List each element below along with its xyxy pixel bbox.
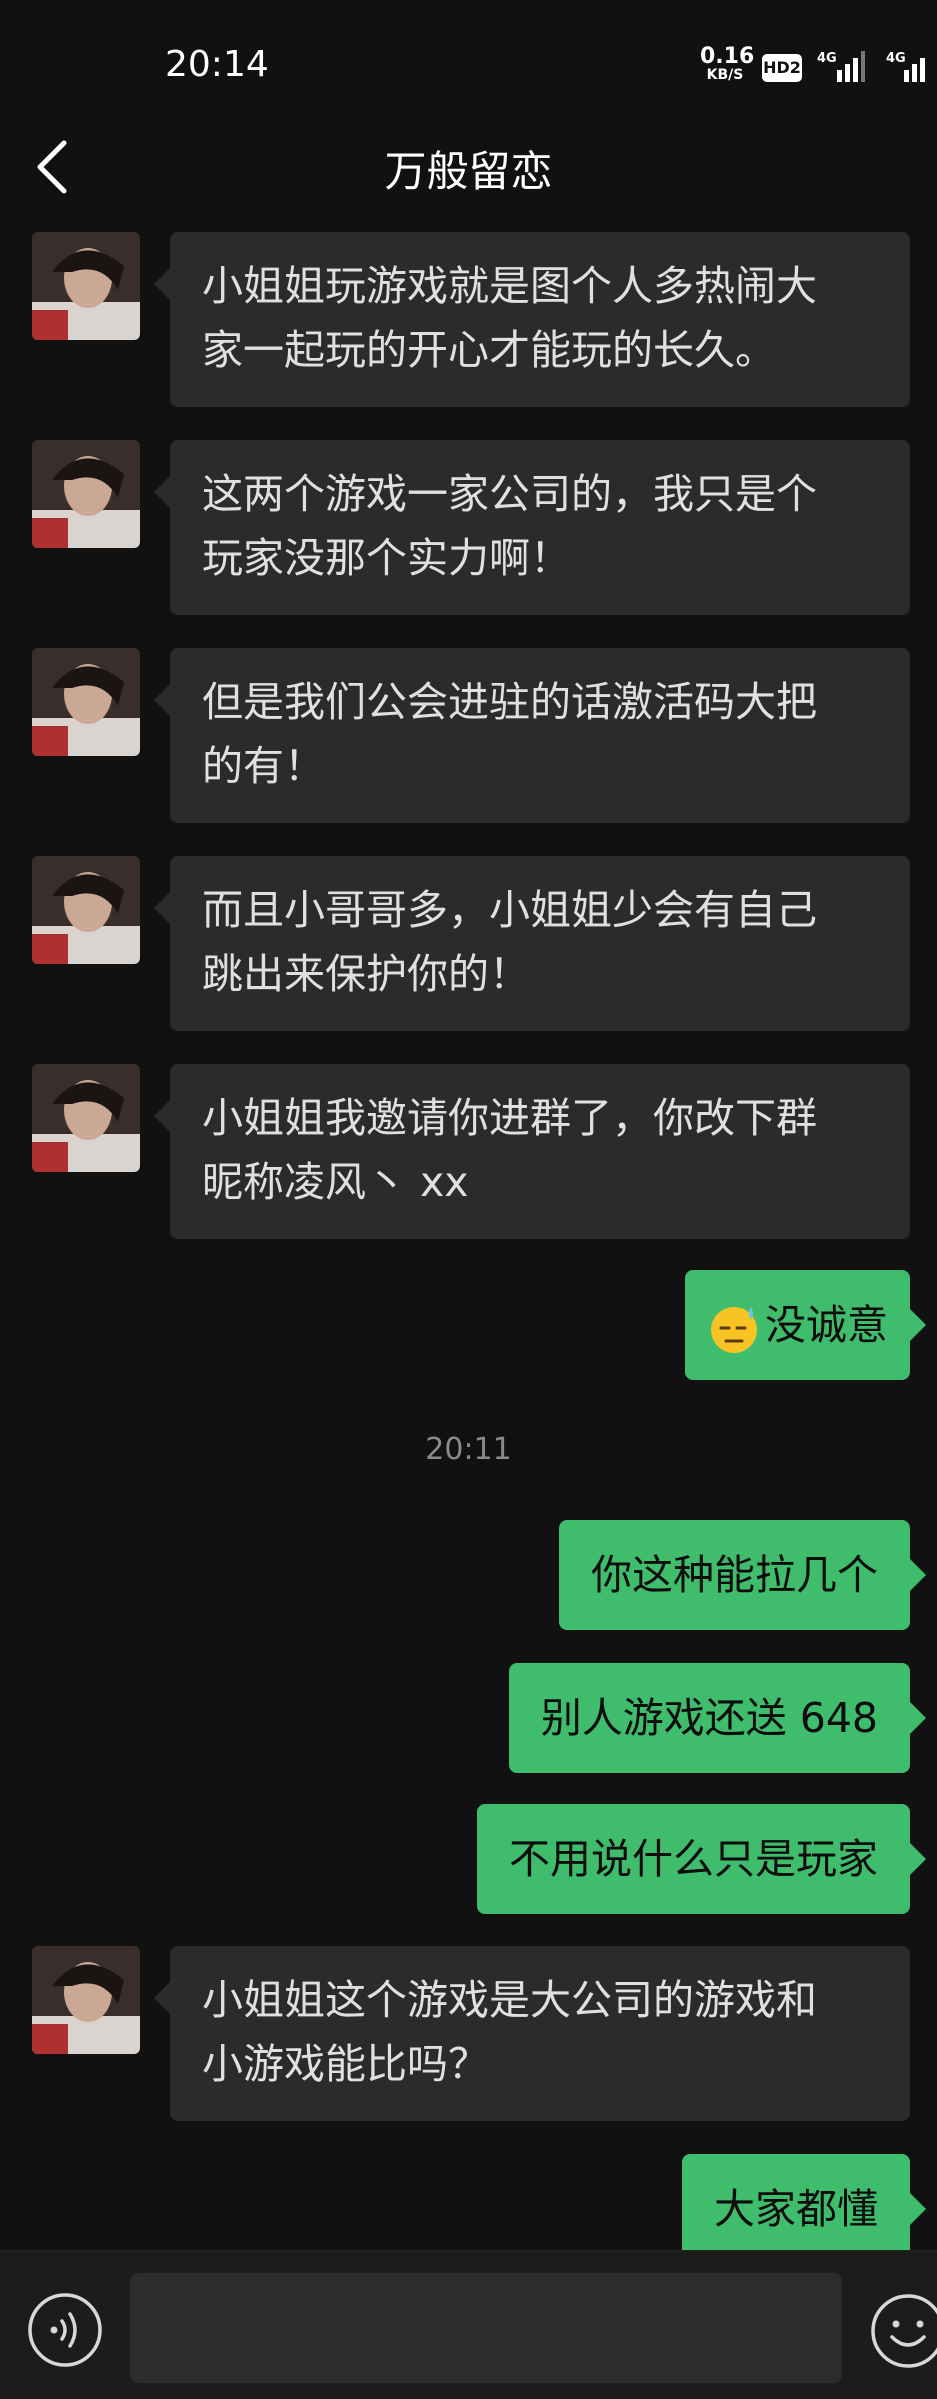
message-text: 你这种能拉几个	[591, 1551, 878, 1599]
message-text-line: 小姐姐玩游戏就是图个人多热闹大	[202, 262, 817, 310]
contact-avatar[interactable]	[32, 232, 140, 340]
contact-avatar[interactable]	[32, 440, 140, 548]
message-row: 别人游戏还送 648	[0, 1663, 937, 1773]
network-speed-unit: KB/S	[706, 67, 744, 83]
signal-icon-2: 4G	[886, 51, 925, 82]
message-text: 大家都懂	[714, 2185, 878, 2233]
message-text: 没诚意	[765, 1301, 888, 1349]
message-list[interactable]: 小姐姐玩游戏就是图个人多热闹大 家一起玩的开心才能玩的长久。 这两个游戏一家公司…	[0, 232, 937, 2250]
message-text-line: 家一起玩的开心才能玩的长久。	[202, 326, 776, 374]
message-text: 别人游戏还送 648	[540, 1694, 878, 1742]
message-text-line: 这两个游戏一家公司的，我只是个	[202, 470, 817, 518]
sweat-smile-emoji-icon	[711, 1307, 757, 1353]
incoming-message: 小姐姐玩游戏就是图个人多热闹大 家一起玩的开心才能玩的长久。	[154, 232, 910, 407]
outgoing-message: 没诚意	[685, 1270, 926, 1380]
network-speed: 0.16 KB/S	[700, 44, 755, 83]
incoming-message: 这两个游戏一家公司的，我只是个 玩家没那个实力啊！	[154, 440, 910, 615]
message-input[interactable]	[130, 2273, 842, 2383]
outgoing-message: 你这种能拉几个	[559, 1520, 926, 1630]
message-text-line: 而且小哥哥多，小姐姐少会有自己	[202, 886, 817, 934]
signal-icon: 4G	[817, 51, 865, 82]
message-timestamp: 20:11	[425, 1432, 512, 1467]
status-bar: 20:14 0.16 KB/S HD2 4G 4G	[0, 0, 937, 130]
status-time: 20:14	[165, 44, 269, 85]
message-row: 但是我们公会进驻的话激活码大把 的有！	[0, 648, 937, 823]
message-text-line: 玩家没那个实力啊！	[202, 534, 571, 582]
message-text-line: 昵称凌风丶 xx	[202, 1158, 469, 1206]
message-text-line: 跳出来保护你的！	[202, 950, 530, 998]
message-text-line: 小游戏能比吗？	[202, 2040, 489, 2088]
smiley-icon	[871, 2294, 937, 2368]
incoming-message: 小姐姐我邀请你进群了，你改下群 昵称凌风丶 xx	[154, 1064, 910, 1239]
contact-avatar[interactable]	[32, 648, 140, 756]
message-row: 小姐姐这个游戏是大公司的游戏和 小游戏能比吗？	[0, 1946, 937, 2121]
signal-1-label: 4G	[817, 51, 837, 66]
message-text-line: 小姐姐我邀请你进群了，你改下群	[202, 1094, 817, 1142]
incoming-message: 而且小哥哥多，小姐姐少会有自己 跳出来保护你的！	[154, 856, 910, 1031]
message-row: 这两个游戏一家公司的，我只是个 玩家没那个实力啊！	[0, 440, 937, 615]
outgoing-message: 不用说什么只是玩家	[477, 1804, 926, 1914]
voice-button[interactable]	[26, 2291, 104, 2369]
incoming-message: 但是我们公会进驻的话激活码大把 的有！	[154, 648, 910, 823]
message-row: 不用说什么只是玩家	[0, 1804, 937, 1914]
signal-2-label: 4G	[886, 51, 906, 66]
message-text-line: 小姐姐这个游戏是大公司的游戏和	[202, 1976, 817, 2024]
message-row: 而且小哥哥多，小姐姐少会有自己 跳出来保护你的！	[0, 856, 937, 1031]
message-text: 不用说什么只是玩家	[509, 1835, 878, 1883]
outgoing-message: 别人游戏还送 648	[508, 1663, 927, 1773]
outgoing-message: 大家都懂	[682, 2154, 926, 2250]
network-speed-value: 0.16	[700, 44, 755, 69]
message-row: 没诚意	[0, 1270, 937, 1380]
message-row: 小姐姐玩游戏就是图个人多热闹大 家一起玩的开心才能玩的长久。	[0, 232, 937, 407]
contact-avatar[interactable]	[32, 1064, 140, 1172]
voice-icon	[28, 2293, 102, 2367]
incoming-message: 小姐姐这个游戏是大公司的游戏和 小游戏能比吗？	[154, 1946, 910, 2121]
message-text-line: 但是我们公会进驻的话激活码大把	[202, 678, 817, 726]
message-row: 你这种能拉几个	[0, 1520, 937, 1630]
message-row: 小姐姐我邀请你进群了，你改下群 昵称凌风丶 xx	[0, 1064, 937, 1239]
input-bar	[0, 2250, 937, 2399]
hd-badge: HD2	[762, 54, 802, 82]
contact-avatar[interactable]	[32, 856, 140, 964]
chat-title: 万般留恋	[384, 147, 553, 196]
message-text-line: 的有！	[202, 742, 325, 790]
emoji-button[interactable]	[868, 2291, 937, 2371]
contact-avatar[interactable]	[32, 1946, 140, 2054]
message-row: 大家都懂	[0, 2154, 937, 2250]
